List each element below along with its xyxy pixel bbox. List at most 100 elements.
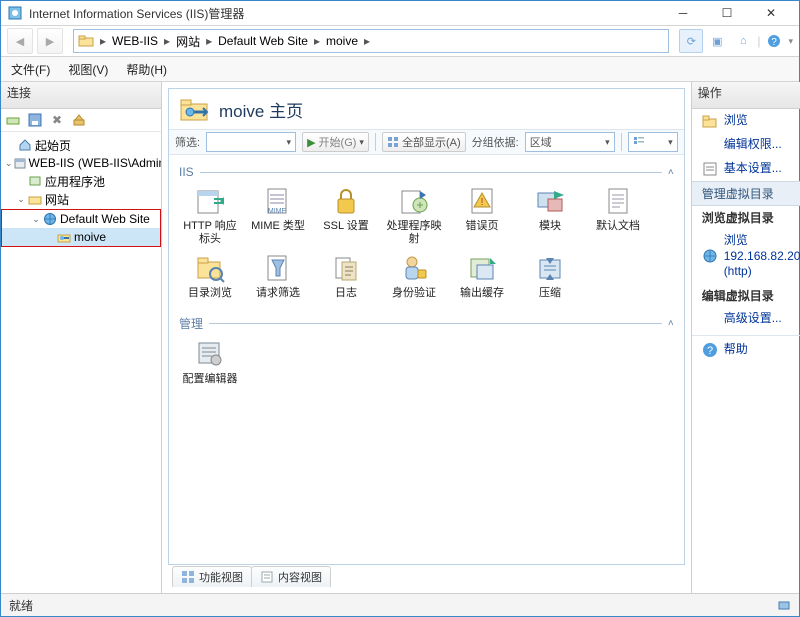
feature-compression[interactable]: 压缩 — [519, 252, 581, 300]
menu-file[interactable]: 文件(F) — [9, 59, 52, 80]
feature-output-caching[interactable]: 输出缓存 — [451, 252, 513, 300]
chevron-down-icon[interactable]: ⌄ — [5, 158, 13, 169]
feature-label: 请求筛选 — [256, 287, 300, 300]
feature-list: IIS˄ HTTP 响应标头 MIME MIME 类型 SSL 设置 处理程序映射!错误… — [169, 155, 684, 564]
action-explore[interactable]: 浏览 — [692, 109, 800, 133]
chevron-up-icon: ˄ — [668, 167, 674, 178]
actions-panel: 操作 浏览 编辑权限... 基本设置... 管理虚拟目录 ˄ 浏览虚拟目录 — [692, 82, 800, 593]
delete-icon[interactable]: ✖ — [49, 112, 65, 128]
features-icon — [181, 570, 195, 584]
action-browse-url[interactable]: 浏览 192.168.82.208:80 (http) — [692, 229, 800, 284]
globe-icon — [42, 211, 58, 227]
feature-label: SSL 设置 — [323, 220, 368, 233]
svg-text:?: ? — [772, 37, 778, 48]
feature-directory-browsing[interactable]: 目录浏览 — [179, 252, 241, 300]
filter-label: 筛选: — [175, 134, 200, 150]
tree-default-site[interactable]: ⌄ Default Web Site — [2, 210, 160, 228]
ssl-settings-icon — [330, 185, 362, 217]
view-select[interactable]: ▾ — [628, 132, 678, 152]
up-icon[interactable] — [71, 112, 87, 128]
refresh-button[interactable]: ⟳ — [679, 29, 703, 53]
group-iis[interactable]: IIS˄ — [179, 165, 674, 179]
status-text: 就绪 — [9, 597, 33, 614]
bottom-tabs: 功能视图 内容视图 — [168, 565, 685, 587]
maximize-button[interactable]: ☐ — [705, 2, 749, 24]
feature-error-pages[interactable]: !错误页 — [451, 185, 513, 246]
group-by-select[interactable]: 区域▾ — [525, 132, 615, 152]
svg-text:MIME: MIME — [268, 208, 287, 215]
tree-sites[interactable]: ⌄ 网站 — [1, 190, 161, 208]
action-subheader-browse-vdir: 浏览虚拟目录 — [692, 206, 800, 229]
home-button[interactable]: ⌂ — [731, 29, 755, 53]
status-bar: 就绪 — [1, 593, 799, 616]
crumb-server[interactable]: WEB-IIS — [108, 34, 162, 48]
title-bar: Internet Information Services (IIS)管理器 ─… — [1, 1, 799, 26]
tree-server[interactable]: ⌄ WEB-IIS (WEB-IIS\Administr — [1, 154, 161, 172]
crumb-default-site[interactable]: Default Web Site — [214, 34, 312, 48]
feature-logging[interactable]: 日志 — [315, 252, 377, 300]
back-button[interactable]: ◀ — [7, 28, 33, 54]
save-icon[interactable] — [27, 112, 43, 128]
tab-content-view[interactable]: 内容视图 — [251, 566, 331, 587]
feature-label: 处理程序映射 — [383, 220, 445, 246]
stop-button[interactable]: ▣ — [705, 29, 729, 53]
feature-authentication[interactable]: 身份验证 — [383, 252, 445, 300]
request-filtering-icon — [262, 252, 294, 284]
menu-help[interactable]: 帮助(H) — [124, 59, 169, 80]
tab-features-view[interactable]: 功能视图 — [172, 566, 252, 587]
tree-start-page[interactable]: 起始页 — [1, 136, 161, 154]
tree-app-pools[interactable]: 应用程序池 — [1, 172, 161, 190]
feature-request-filtering[interactable]: 请求筛选 — [247, 252, 309, 300]
feature-config-editor[interactable]: 配置编辑器 — [179, 338, 241, 386]
help-nav-button[interactable]: ? — [762, 29, 786, 53]
feature-label: 默认文档 — [596, 220, 640, 233]
feature-http-response-headers[interactable]: HTTP 响应标头 — [179, 185, 241, 246]
vdir-large-icon — [179, 95, 211, 123]
forward-button[interactable]: ▶ — [37, 28, 63, 54]
center-panel: moive 主页 筛选: ▾ ▶ 开始(G) ▾ 全部显示(A) 分组 — [162, 82, 692, 593]
minimize-button[interactable]: ─ — [661, 2, 705, 24]
chevron-down-icon[interactable]: ⌄ — [15, 194, 27, 205]
crumb-moive[interactable]: moive — [322, 34, 362, 48]
modules-icon — [534, 185, 566, 217]
connect-icon[interactable] — [5, 112, 21, 128]
connection-tree[interactable]: 起始页 ⌄ WEB-IIS (WEB-IIS\Administr 应用程序池 ⌄… — [1, 132, 161, 593]
go-button[interactable]: ▶ 开始(G) ▾ — [302, 132, 369, 152]
action-basic-settings[interactable]: 基本设置... — [692, 157, 800, 181]
action-advanced-settings[interactable]: 高级设置... — [692, 307, 800, 331]
view-icon — [633, 136, 645, 148]
filter-input[interactable]: ▾ — [206, 132, 296, 152]
action-group-manage-vdir[interactable]: 管理虚拟目录 ˄ — [692, 181, 800, 206]
svg-text:!: ! — [481, 197, 484, 208]
connections-header: 连接 — [1, 82, 161, 109]
connections-panel: 连接 ✖ 起始页 ⌄ WEB-IIS (WEB-IIS\Administr — [1, 82, 162, 593]
config-editor-icon — [194, 338, 226, 370]
feature-ssl-settings[interactable]: SSL 设置 — [315, 185, 377, 246]
feature-mime-types[interactable]: MIME MIME 类型 — [247, 185, 309, 246]
authentication-icon — [398, 252, 430, 284]
window-title: Internet Information Services (IIS)管理器 — [29, 5, 661, 22]
crumb-sites[interactable]: 网站 — [172, 33, 204, 50]
close-button[interactable]: ✕ — [749, 2, 793, 24]
feature-modules[interactable]: 模块 — [519, 185, 581, 246]
feature-label: HTTP 响应标头 — [179, 220, 241, 246]
feature-label: MIME 类型 — [251, 220, 305, 233]
status-grip-icon — [777, 598, 791, 612]
help-icon: ? — [702, 342, 718, 358]
svg-text:?: ? — [707, 345, 713, 357]
group-manage[interactable]: 管理˄ — [179, 315, 674, 332]
address-bar[interactable]: ▸ WEB-IIS ▸ 网站 ▸ Default Web Site ▸ moiv… — [73, 29, 669, 53]
action-help[interactable]: ? 帮助 — [692, 335, 800, 362]
feature-handler-mappings[interactable]: 处理程序映射 — [383, 185, 445, 246]
vdir-icon — [56, 229, 72, 245]
menu-view[interactable]: 视图(V) — [66, 59, 110, 80]
connections-toolbar: ✖ — [1, 109, 161, 132]
chevron-down-icon[interactable]: ⌄ — [30, 214, 42, 225]
action-edit-permissions[interactable]: 编辑权限... — [692, 133, 800, 157]
group-by-label: 分组依据: — [472, 134, 519, 150]
tree-moive[interactable]: moive — [2, 228, 160, 246]
show-all-button[interactable]: 全部显示(A) — [382, 132, 466, 152]
feature-default-document[interactable]: 默认文档 — [587, 185, 649, 246]
feature-label: 输出缓存 — [460, 287, 504, 300]
show-all-icon — [387, 136, 399, 148]
